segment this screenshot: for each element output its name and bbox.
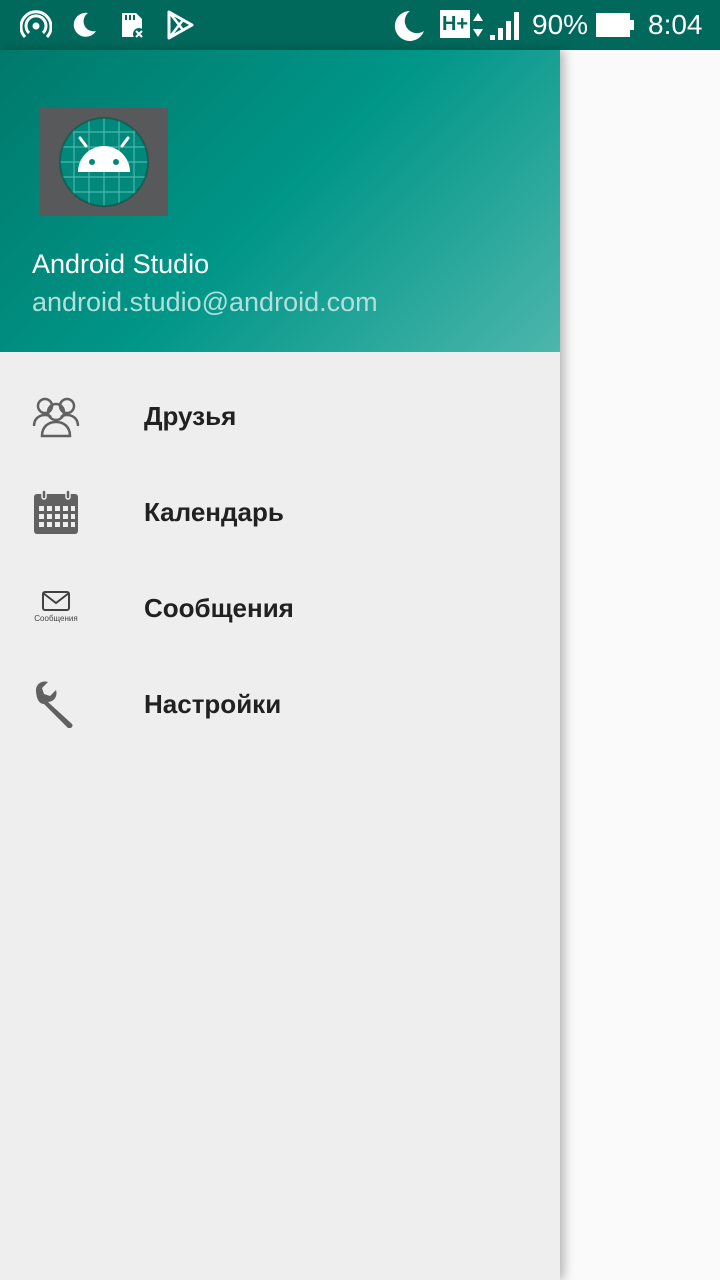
sd-card-icon — [122, 13, 145, 40]
navigation-drawer: Android Studio android.studio@android.co… — [0, 50, 560, 1280]
clock: 8:04 — [648, 9, 703, 40]
drawer-menu: Друзья Календарь Сообщения Сообщения Нас… — [0, 368, 560, 752]
menu-item-label: Сообщения — [144, 593, 294, 623]
moon-icon — [394, 10, 424, 41]
drawer-header: Android Studio android.studio@android.co… — [0, 50, 560, 352]
messages-icon: Сообщения — [30, 584, 82, 632]
user-name: Android Studio — [32, 249, 210, 279]
menu-item-label: Друзья — [144, 401, 237, 431]
network-type-icon: H+ — [440, 10, 470, 38]
envelope-icon — [42, 591, 70, 611]
menu-item-label: Календарь — [144, 497, 284, 527]
friends-icon — [32, 397, 80, 438]
hotspot-icon — [20, 10, 52, 39]
signal-icon — [490, 12, 519, 40]
menu-item-friends[interactable]: Друзья — [0, 368, 560, 464]
data-arrows-icon — [473, 13, 483, 37]
menu-item-messages[interactable]: Сообщения Сообщения — [0, 560, 560, 656]
user-email: android.studio@android.com — [32, 287, 378, 317]
status-bar: H+ 90% 8:04 — [0, 0, 720, 50]
avatar[interactable] — [40, 108, 168, 216]
battery-percent: 90% — [532, 9, 589, 40]
wrench-icon — [36, 681, 73, 728]
do-not-disturb-icon — [73, 12, 96, 37]
menu-item-calendar[interactable]: Календарь — [0, 464, 560, 560]
calendar-icon — [34, 489, 78, 534]
menu-item-label: Настройки — [144, 689, 282, 719]
app-content-background[interactable] — [560, 50, 720, 1280]
menu-item-settings[interactable]: Настройки — [0, 656, 560, 752]
messages-icon-caption: Сообщения — [34, 614, 78, 623]
battery-icon — [596, 13, 634, 37]
play-store-icon — [167, 10, 194, 40]
android-logo-icon — [59, 117, 149, 207]
